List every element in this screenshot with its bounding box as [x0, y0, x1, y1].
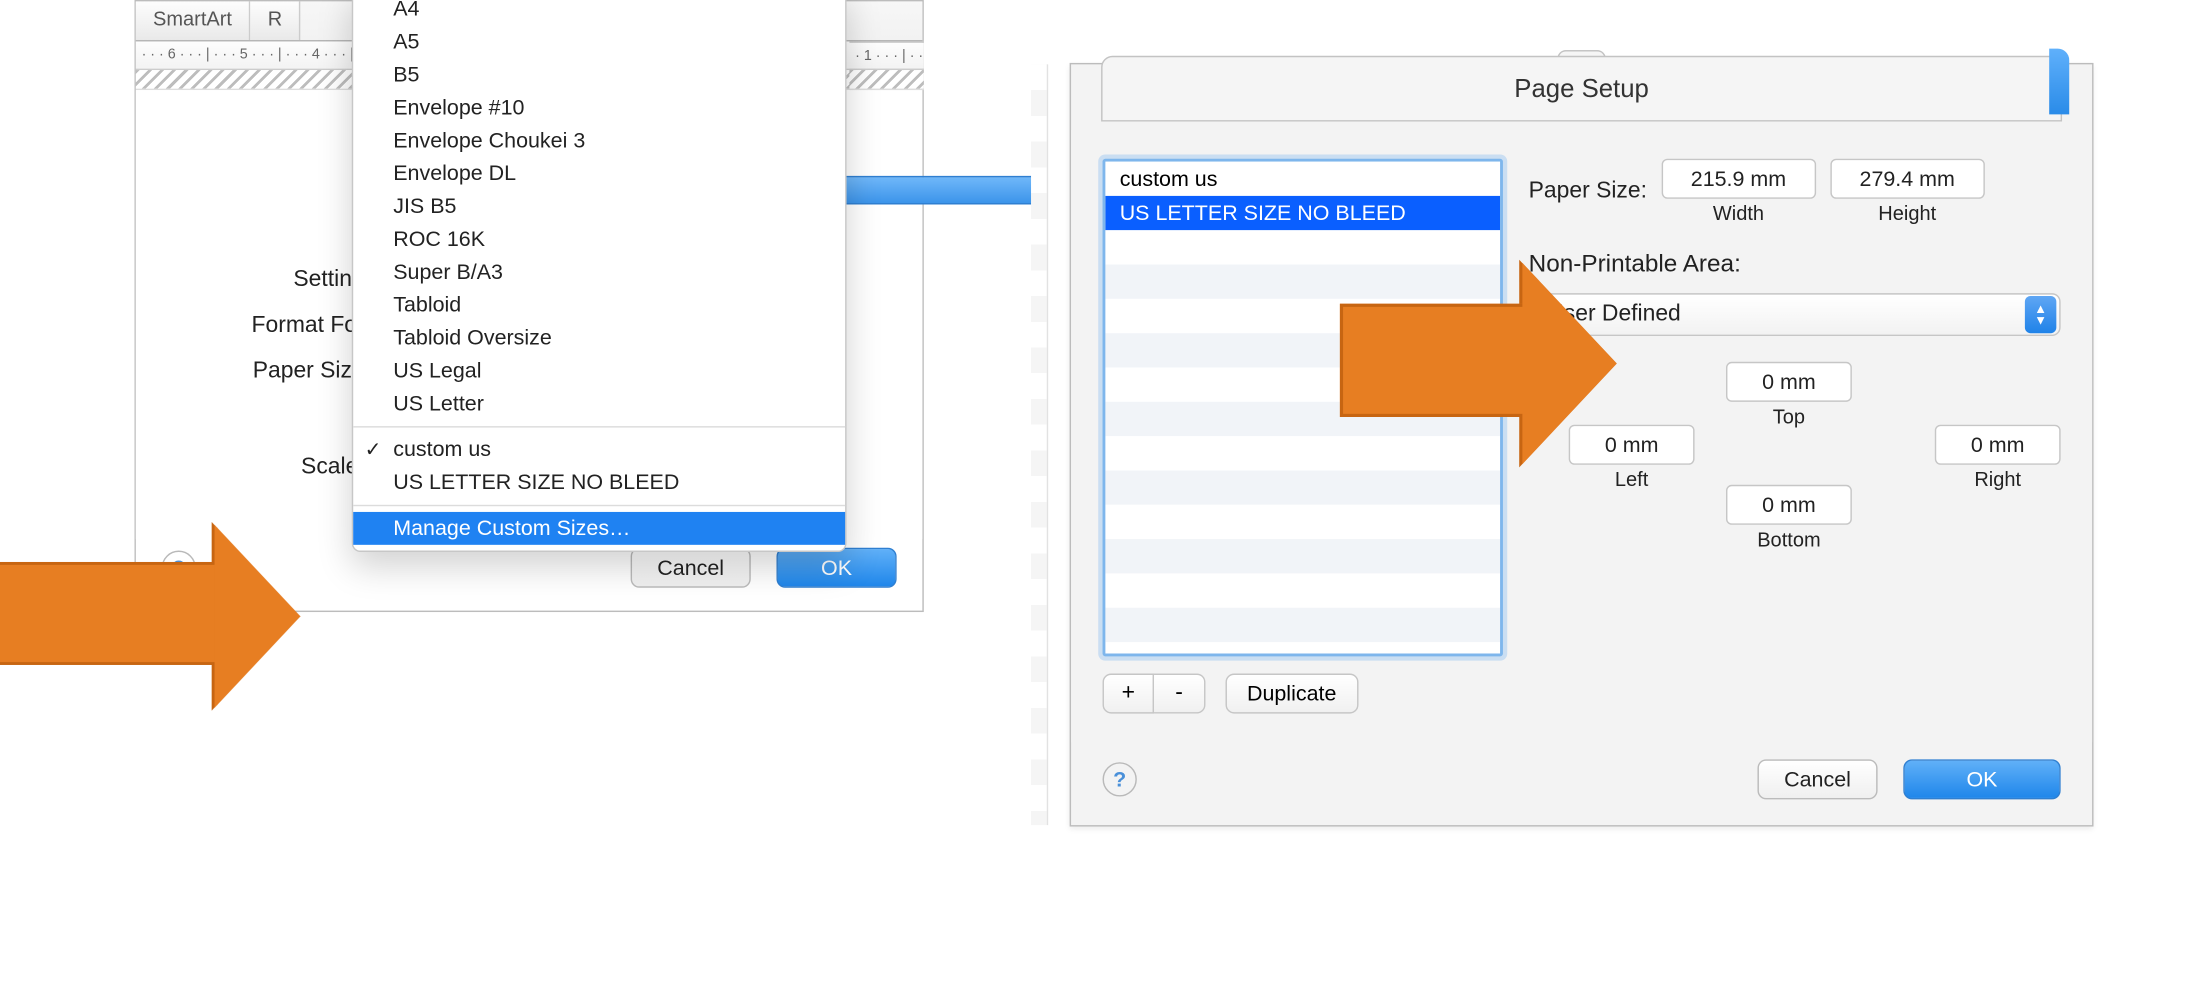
menu-item-paper-size[interactable]: JIS B5: [353, 190, 845, 223]
custom-size-list-item[interactable]: [1105, 230, 1500, 264]
menu-item-paper-size[interactable]: Envelope Choukei 3: [353, 124, 845, 157]
menu-item-paper-size[interactable]: ROC 16K: [353, 223, 845, 256]
label-margin-right: Right: [1935, 468, 2061, 491]
menu-item-custom-paper-size[interactable]: custom us: [353, 433, 845, 466]
label-width: Width: [1661, 202, 1815, 225]
label-height: Height: [1830, 202, 1984, 225]
menu-item-paper-size[interactable]: Super B/A3: [353, 256, 845, 289]
menu-item-manage-custom-sizes[interactable]: Manage Custom Sizes…: [353, 512, 845, 545]
annotation-arrow-left: [0, 562, 220, 665]
title-accent: [2049, 49, 2069, 115]
menu-item-custom-paper-size[interactable]: US LETTER SIZE NO BLEED: [353, 466, 845, 499]
cancel-button[interactable]: Cancel: [1757, 759, 1877, 799]
menu-item-paper-size[interactable]: Envelope #10: [353, 92, 845, 125]
ok-button[interactable]: OK: [776, 548, 896, 588]
paper-height-field[interactable]: 279.4 mm: [1830, 159, 1984, 199]
tab-smartart[interactable]: SmartArt: [136, 1, 251, 40]
custom-size-list-item[interactable]: [1105, 470, 1500, 504]
paper-size-dropdown: A4A5B5Envelope #10Envelope Choukei 3Enve…: [352, 0, 847, 552]
custom-size-list-item[interactable]: [1105, 265, 1500, 299]
margin-hatch-right: [849, 70, 923, 90]
paper-width-field[interactable]: 215.9 mm: [1661, 159, 1815, 199]
custom-size-list-item[interactable]: US LETTER SIZE NO BLEED: [1105, 196, 1500, 230]
dropdown-separator: [353, 426, 845, 427]
custom-size-list-item[interactable]: [1105, 608, 1500, 642]
add-size-button[interactable]: +: [1103, 674, 1154, 714]
annotation-arrow-right: [1340, 304, 1529, 417]
label-paper-size: Paper Size: [179, 359, 365, 385]
menu-item-paper-size[interactable]: Envelope DL: [353, 157, 845, 190]
dropdown-separator: [353, 505, 845, 506]
margin-right-field[interactable]: 0 mm: [1935, 425, 2061, 465]
select-stepper-icon: ▲▼: [2025, 296, 2056, 333]
menu-item-paper-size[interactable]: Tabloid Oversize: [353, 322, 845, 355]
menu-item-paper-size[interactable]: A5: [353, 26, 845, 59]
label-margin-left: Left: [1569, 468, 1695, 491]
menu-item-paper-size[interactable]: A4: [353, 0, 845, 26]
menu-item-paper-size[interactable]: US Legal: [353, 355, 845, 388]
custom-size-list-item[interactable]: custom us: [1105, 162, 1500, 196]
tab-r[interactable]: R: [251, 1, 301, 40]
label-margin-top: Top: [1726, 405, 1852, 428]
label-scale: Scale:: [179, 455, 365, 481]
label-settings: Setting: [179, 267, 365, 293]
label-margin-bottom: Bottom: [1726, 528, 1852, 551]
custom-size-list-item[interactable]: [1105, 436, 1500, 470]
ok-button[interactable]: OK: [1903, 759, 2060, 799]
ruler-right: · 1 · · · | · · · 1 · · ·: [849, 41, 923, 70]
document-edge: [1031, 64, 1048, 825]
label-format-for: Format For: [179, 313, 365, 339]
menu-item-paper-size[interactable]: Tabloid: [353, 289, 845, 322]
cancel-button[interactable]: Cancel: [631, 548, 751, 588]
help-button[interactable]: ?: [1103, 762, 1137, 796]
duplicate-size-button[interactable]: Duplicate: [1226, 674, 1358, 714]
menu-item-paper-size[interactable]: B5: [353, 59, 845, 92]
custom-size-list-item[interactable]: [1105, 505, 1500, 539]
dialog-title: Page Setup: [1101, 56, 2062, 122]
margin-bottom-field[interactable]: 0 mm: [1726, 485, 1852, 525]
menu-item-paper-size[interactable]: US Letter: [353, 388, 845, 421]
custom-size-list-item[interactable]: [1105, 573, 1500, 607]
margin-top-field[interactable]: 0 mm: [1726, 362, 1852, 402]
custom-size-list-item[interactable]: [1105, 539, 1500, 573]
remove-size-button[interactable]: -: [1154, 674, 1205, 714]
label-paper-size: Paper Size:: [1529, 179, 1647, 205]
